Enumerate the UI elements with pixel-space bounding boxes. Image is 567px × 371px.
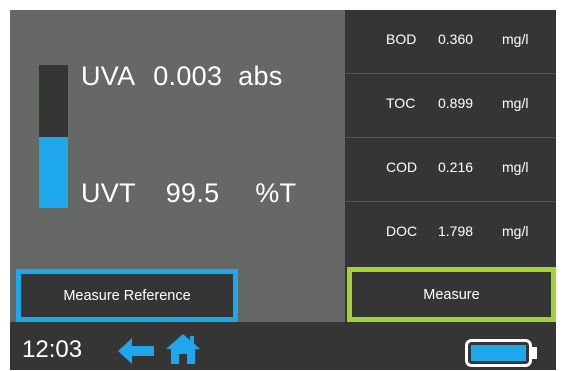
battery-icon bbox=[465, 339, 537, 367]
home-icon[interactable] bbox=[166, 334, 200, 364]
parameter-name: DOC bbox=[386, 223, 418, 239]
parameter-unit: mg/l bbox=[502, 223, 529, 239]
uvt-level-bar bbox=[39, 65, 68, 208]
instrument-screen: UVA 0.003 abs UVT 99.5 %T Measure Refere… bbox=[10, 10, 556, 370]
arrow-left-icon[interactable] bbox=[118, 338, 154, 364]
clock: 12:03 bbox=[22, 336, 83, 363]
measure-reference-button[interactable]: Measure Reference bbox=[16, 269, 238, 322]
parameter-value: 0.360 bbox=[438, 31, 474, 47]
uvt-level-fill bbox=[39, 136, 68, 208]
uva-unit: abs bbox=[238, 61, 283, 91]
measure-button[interactable]: Measure bbox=[347, 267, 556, 322]
parameter-value: 1.798 bbox=[438, 223, 474, 239]
parameter-unit: mg/l bbox=[502, 95, 529, 111]
parameters-panel: BOD 0.360 mg/l TOC 0.899 mg/l COD 0.216 … bbox=[346, 10, 556, 265]
parameter-unit: mg/l bbox=[502, 159, 529, 175]
uvt-unit: %T bbox=[255, 178, 297, 208]
parameter-value: 0.216 bbox=[438, 159, 474, 175]
uvt-value: 99.5 bbox=[165, 178, 220, 208]
parameter-row-doc: DOC 1.798 mg/l bbox=[346, 201, 556, 261]
uva-value: 0.003 bbox=[153, 61, 223, 91]
uva-reading: UVA 0.003 abs bbox=[81, 61, 283, 92]
battery-fill bbox=[471, 345, 526, 361]
parameter-row-bod: BOD 0.360 mg/l bbox=[346, 10, 556, 70]
parameter-name: COD bbox=[386, 159, 418, 175]
parameter-value: 0.899 bbox=[438, 95, 474, 111]
parameter-name: BOD bbox=[386, 31, 417, 47]
parameter-row-cod: COD 0.216 mg/l bbox=[346, 137, 556, 197]
status-bar: 12:03 bbox=[10, 330, 556, 370]
parameter-row-toc: TOC 0.899 mg/l bbox=[346, 73, 556, 133]
parameter-name: TOC bbox=[386, 95, 416, 111]
parameter-unit: mg/l bbox=[502, 31, 529, 47]
uvt-label: UVT bbox=[81, 178, 136, 208]
uva-label: UVA bbox=[81, 61, 136, 91]
uvt-reading: UVT 99.5 %T bbox=[81, 178, 296, 209]
